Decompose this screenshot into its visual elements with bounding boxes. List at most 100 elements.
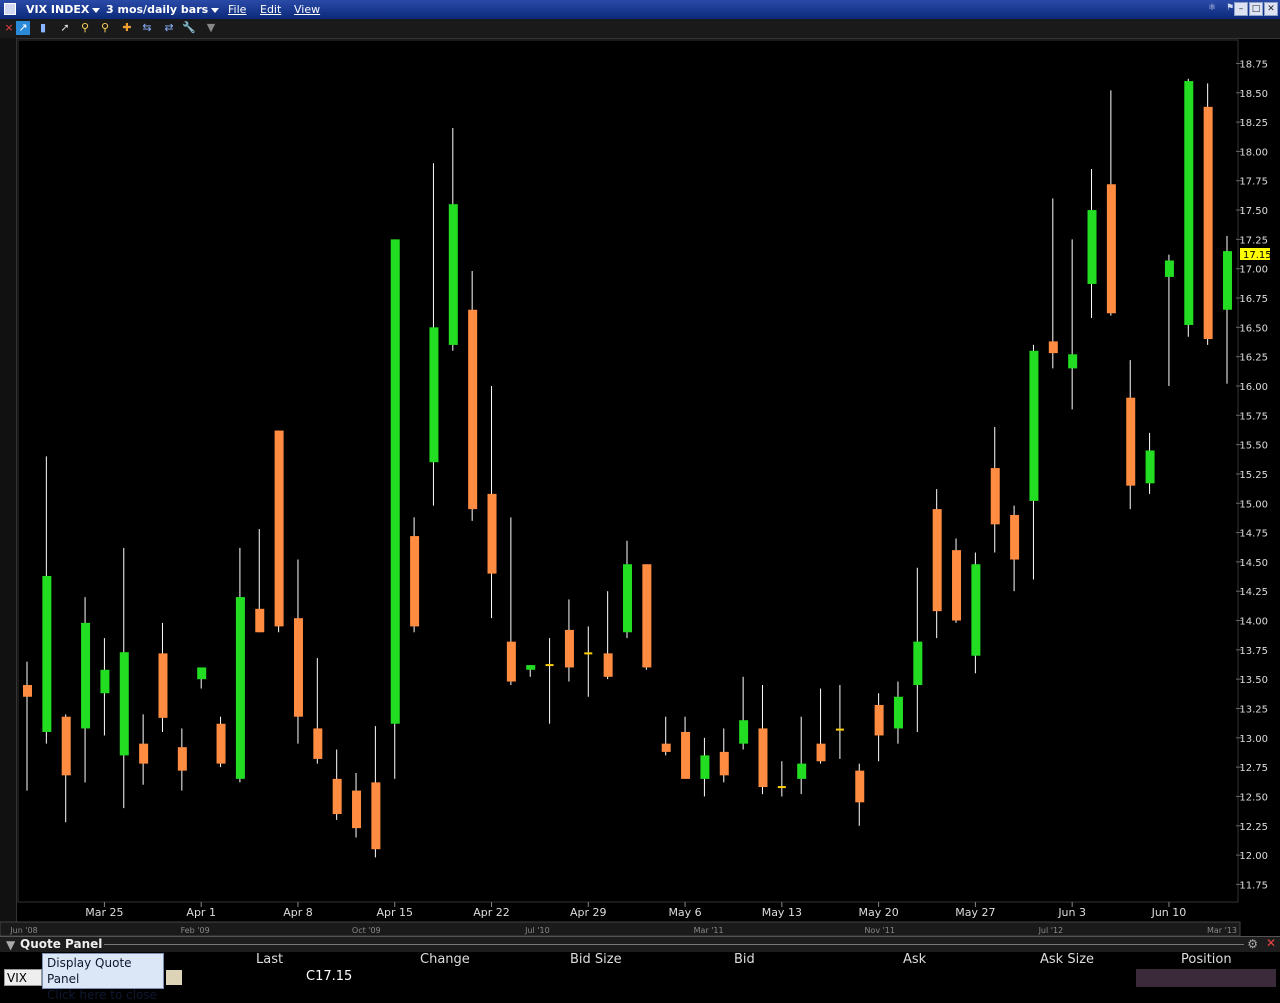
navigator-label: Feb '09 (181, 926, 210, 935)
minimize-icon[interactable]: – (1234, 2, 1248, 16)
candle-body (758, 728, 768, 788)
x-tick-label: May 27 (955, 906, 995, 919)
menu-file[interactable]: File (228, 3, 246, 16)
candle-body (1203, 106, 1213, 340)
y-tick-label: 14.75 (1239, 529, 1268, 540)
y-tick-label: 17.25 (1239, 235, 1268, 246)
candle-body (371, 782, 381, 850)
candle-body (23, 685, 32, 697)
candle-body (158, 653, 168, 718)
candle-body (1106, 184, 1116, 314)
menu-edit[interactable]: Edit (260, 3, 281, 16)
navigator-label: Jul '10 (524, 926, 550, 935)
symbol-selector[interactable]: VIX INDEX (26, 3, 101, 16)
y-tick-label: 16.75 (1239, 294, 1268, 305)
tooltip-line-2: Click here to close (47, 988, 158, 1002)
y-tick-label: 13.75 (1239, 646, 1268, 657)
settings-icon[interactable]: ⚙ (1247, 937, 1258, 951)
link-icon[interactable]: ⚛ (1204, 2, 1220, 16)
col-bid[interactable]: Bid (734, 952, 755, 967)
y-tick-label: 18.25 (1239, 118, 1268, 129)
col-ask-size[interactable]: Ask Size (1040, 952, 1094, 967)
candle-body (390, 239, 400, 724)
y-tick-label: 12.25 (1239, 822, 1268, 833)
candle-body (332, 778, 342, 815)
candle-body (1164, 260, 1174, 277)
col-position[interactable]: Position (1181, 952, 1232, 967)
candle-body (1048, 341, 1058, 354)
cursor-icon[interactable]: ↗ (16, 21, 30, 35)
candle-body (119, 652, 129, 756)
col-last[interactable]: Last (256, 952, 283, 967)
x-tick-label: Jun 3 (1057, 906, 1086, 919)
compress-icon[interactable]: ⇄ (162, 21, 176, 35)
candle-body (1087, 210, 1097, 284)
quote-row[interactable]: VIX In C17.15 (0, 969, 1280, 1001)
candle-body (719, 751, 729, 776)
candle-body (952, 550, 962, 621)
col-ask[interactable]: Ask (903, 952, 926, 967)
timeframe-selector[interactable]: 3 mos/daily bars (106, 3, 220, 16)
candle-body (874, 704, 884, 736)
candlestick-chart[interactable]: 11.75 12.00 12.25 12.50 12.75 13.00 13.25 13.50… (0, 38, 1280, 936)
y-tick-label: 17.50 (1239, 206, 1268, 217)
plot-area (17, 39, 1239, 903)
collapse-icon[interactable]: ▼ (6, 938, 15, 952)
wrench-icon[interactable]: 🔧 (182, 21, 196, 35)
crosshair-icon[interactable]: ✚ (120, 21, 134, 35)
y-tick-label: 15.00 (1239, 499, 1268, 510)
zoom-out-icon[interactable]: ⚲ (98, 21, 112, 35)
expand-icon[interactable]: ⇆ (140, 21, 154, 35)
candle-body (1184, 81, 1194, 325)
close-panel-icon[interactable]: ✕ (1266, 936, 1276, 950)
last-price-label: 17.15 (1243, 250, 1272, 261)
y-tick-label: 14.25 (1239, 587, 1268, 598)
quote-panel-header[interactable]: ▼ Quote Panel ⚙ ✕ (0, 936, 1280, 953)
close-chart-icon[interactable]: × (2, 21, 16, 35)
timeframe-label: 3 mos/daily bars (106, 3, 209, 16)
menu-view[interactable]: View (294, 3, 320, 16)
y-tick-label: 18.50 (1239, 89, 1268, 100)
x-tick-label: Apr 8 (283, 906, 313, 919)
title-bar: VIX INDEX 3 mos/daily bars File Edit Vie… (0, 0, 1280, 19)
candle-body (913, 641, 923, 686)
y-tick-label: 15.50 (1239, 441, 1268, 452)
y-tick-label: 15.75 (1239, 411, 1268, 422)
candle-body (1223, 251, 1232, 310)
quote-panel-title: Quote Panel (20, 937, 103, 951)
y-tick-label: 12.75 (1239, 763, 1268, 774)
col-change[interactable]: Change (420, 952, 470, 967)
navigator-label: Mar '11 (694, 926, 724, 935)
candle-body (816, 743, 826, 762)
candle-body (139, 743, 149, 764)
close-icon[interactable]: ✕ (1264, 2, 1278, 16)
candle-body (681, 731, 691, 779)
y-tick-label: 16.00 (1239, 382, 1268, 393)
candle-body (487, 493, 497, 574)
candle-body (739, 720, 749, 744)
zoom-in-icon[interactable]: ⚲ (78, 21, 92, 35)
symbol-cell[interactable]: VIX In (4, 969, 42, 1001)
candle-body (526, 665, 536, 670)
x-tick-label: Mar 25 (85, 906, 123, 919)
y-tick-label: 17.00 (1239, 265, 1268, 276)
candle-body (1010, 514, 1020, 560)
bar-style-icon[interactable]: ▮ (36, 21, 50, 35)
row-marker (166, 970, 182, 985)
candle-body (990, 468, 1000, 525)
navigator-label: Oct '09 (352, 926, 381, 935)
candle-body (603, 653, 613, 677)
quote-panel-tooltip[interactable]: Display Quote Panel Click here to close (42, 953, 164, 1002)
col-bid-size[interactable]: Bid Size (570, 952, 622, 967)
candle-body (1145, 450, 1155, 484)
maximize-icon[interactable]: □ (1249, 2, 1263, 16)
y-tick-label: 14.00 (1239, 617, 1268, 628)
candle-body (855, 770, 865, 803)
candle-body (100, 669, 110, 694)
x-axis: Mar 25 Apr 1 Apr 8 Apr 15 Apr 22 Apr 29 May 6 M… (85, 902, 1186, 919)
draw-icon[interactable]: ➚ (58, 21, 72, 35)
candle-body (564, 629, 574, 668)
dropdown-icon[interactable]: ▼ (204, 21, 218, 35)
y-tick-label: 12.00 (1239, 851, 1268, 862)
chevron-down-icon (92, 7, 101, 13)
